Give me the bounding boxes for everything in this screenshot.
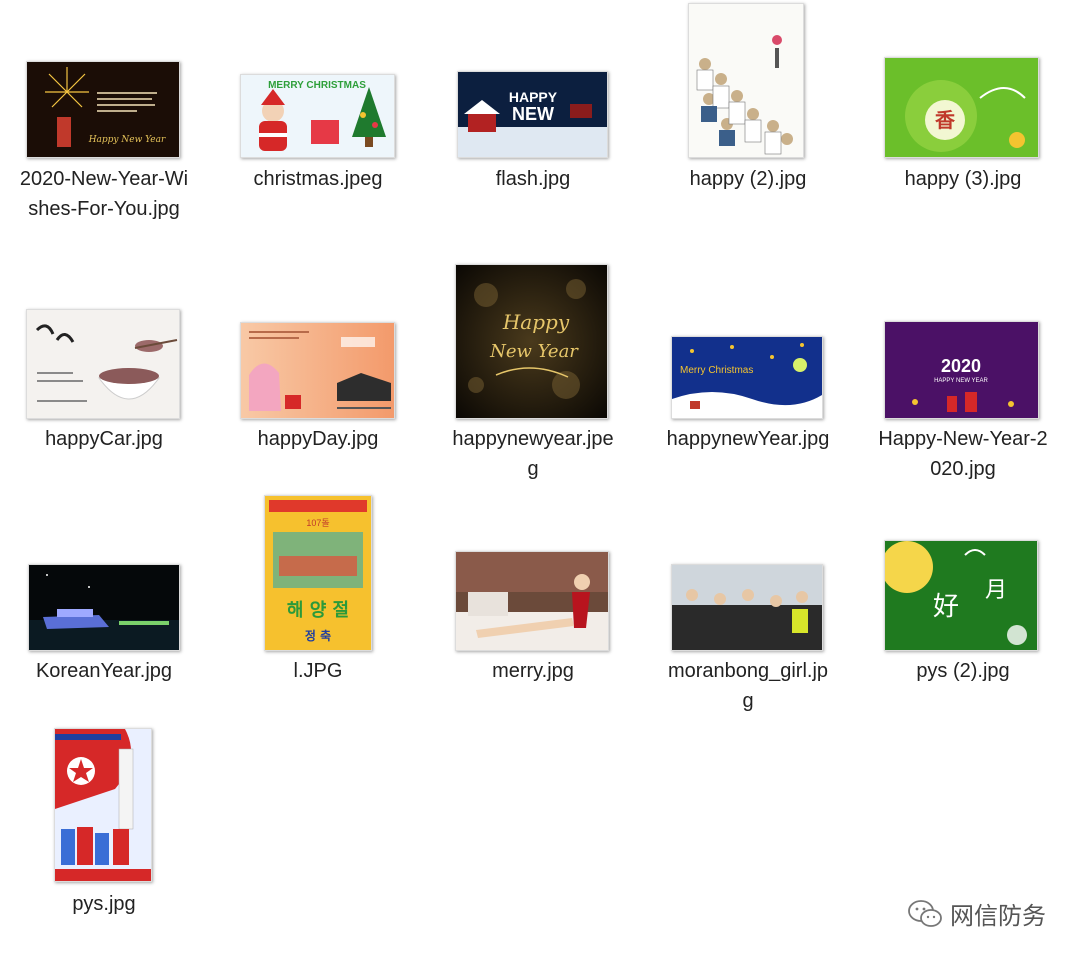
file-name-label: christmas.jpeg — [253, 168, 383, 190]
golden-happy-new-year-image: Happy New Year — [455, 264, 608, 419]
thumb-text: New Year — [489, 341, 579, 362]
file-name-label: moranbong_girl.jpg — [667, 660, 829, 712]
file-name-label: happynewYear.jpg — [666, 428, 830, 450]
file-name-label: happy (3).jpg — [904, 168, 1022, 190]
watermark: 网信防务 — [908, 896, 1046, 931]
merry-christmas-night-image: Merry Christmas — [671, 336, 823, 419]
file-name-label: happyCar.jpg — [45, 428, 163, 450]
file-name-label: happy (2).jpg — [689, 168, 807, 190]
thumb-text: 해 양 절 — [287, 600, 349, 621]
crowd-photo-image — [671, 564, 823, 651]
file-name-label: Happy-New-Year-2020.jpg — [878, 428, 1048, 480]
thumb-text: 月 — [985, 578, 1007, 603]
thumb-text: MERRY CHRISTMAS — [268, 80, 366, 91]
thumb-text: NEW — [512, 104, 554, 124]
watermark-text: 网信防务 — [950, 903, 1046, 930]
thumb-text: 好 — [933, 592, 959, 622]
thumb-text: Happy New Year — [88, 135, 166, 145]
woman-on-bed-image — [455, 551, 609, 651]
santa-christmas-image: MERRY CHRISTMAS — [240, 74, 395, 158]
korean-poster-image: 107돌 해 양 절 정 축 — [264, 495, 372, 651]
purple-2020-image: 2020 HAPPY NEW YEAR — [884, 321, 1039, 419]
file-name-label: l.JPG — [293, 660, 343, 682]
thumb-text: HAPPY — [509, 89, 558, 105]
thumb-text: Merry Christmas — [680, 365, 753, 376]
happy-new-year-snow-image: HAPPY NEW — [457, 71, 608, 158]
green-greeting-card-image: 香 — [884, 57, 1039, 158]
night-river-boat-image — [28, 564, 180, 651]
green-moon-card-image: 好 月 — [884, 540, 1038, 651]
file-name-label: happynewyear.jpeg — [452, 428, 614, 480]
korean-people-painting-image — [688, 3, 804, 158]
rice-bowl-image — [26, 309, 180, 419]
thumb-text: 2020 — [941, 356, 981, 376]
file-name-label: happyDay.jpg — [257, 428, 379, 450]
thumb-text: 107돌 — [306, 518, 329, 528]
file-name-label: 2020-New-Year-Wishes-For-You.jpg — [19, 168, 189, 220]
file-name-label: merry.jpg — [492, 660, 574, 682]
file-name-label: pys (2).jpg — [916, 660, 1010, 682]
thumb-text: HAPPY NEW YEAR — [934, 378, 988, 384]
fireworks-card-image: Happy New Year — [26, 61, 180, 158]
thumb-text: Happy — [502, 310, 570, 334]
thumb-text: 香 — [935, 108, 956, 132]
flag-poster-image — [54, 728, 152, 882]
thumb-text: 정 축 — [305, 628, 331, 643]
wechat-icon — [908, 899, 942, 929]
file-name-label: KoreanYear.jpg — [35, 660, 173, 682]
file-name-label: flash.jpg — [495, 168, 571, 190]
file-name-label: pys.jpg — [72, 893, 136, 915]
gift-bag-card-image — [240, 322, 395, 419]
